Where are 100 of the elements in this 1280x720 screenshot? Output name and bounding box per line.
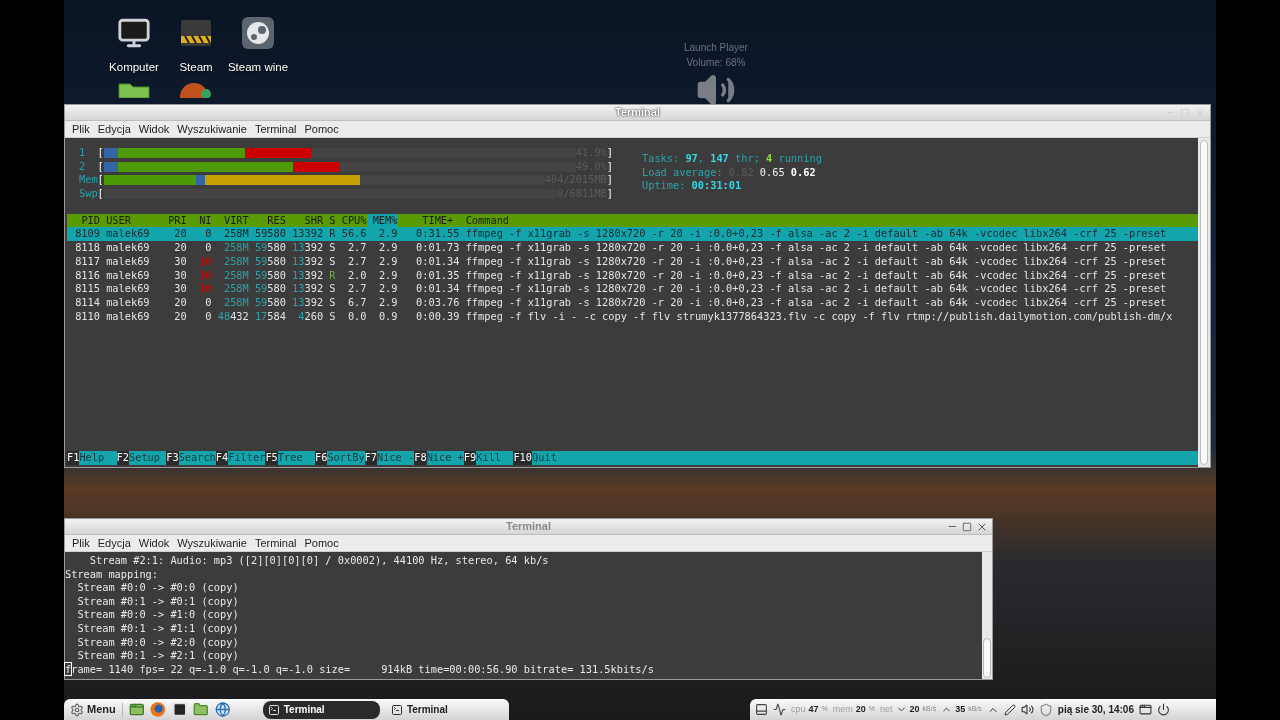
table-cell-text: 0	[204, 227, 212, 242]
function-key[interactable]: F8	[414, 451, 427, 465]
function-key[interactable]: F6	[315, 451, 328, 465]
column-header[interactable]: PID	[69, 213, 100, 228]
column-header[interactable]: S	[323, 213, 336, 228]
table-cell-text: S	[328, 282, 336, 296]
graph-icon[interactable]	[773, 703, 786, 716]
column-header[interactable]: CPU%	[335, 213, 367, 228]
process-row[interactable]: 8117 malek69 30 10 258M 59580 13392 S 2.7 2.9 0:01.34 ffmpeg -f x11grab -s 1280x720 -r 20 -i :0.0+0,23 -f alsa -ac 2 -i default -ab 64k -vcodec libx264 -crf 25 -preset	[67, 254, 1198, 269]
function-key[interactable]: F3	[166, 451, 179, 465]
menu-item[interactable]: Widok	[134, 537, 174, 549]
scrollbar[interactable]	[982, 552, 992, 679]
process-row[interactable]: 8118 malek69 20 0 258M 59580 13392 S 2.7 2.9 0:01.73 ffmpeg -f x11grab -s 1280x720 -r 20 -i :0.0+0,23 -f alsa -ac 2 -i default -ab 64k -vcodec libx264 -crf 25 -preset	[67, 241, 1198, 255]
table-cell-text: 0:00.39	[415, 309, 460, 324]
menu-item[interactable]: Pomoc	[300, 123, 343, 135]
table-cell-text: 0	[204, 295, 212, 310]
table-cell-text: malek69	[105, 268, 151, 283]
window-icon[interactable]	[128, 701, 145, 718]
menu-item[interactable]: Terminal	[250, 537, 301, 549]
process-row[interactable]: 8109 malek69 20 0 258M 59580 13392 R 56.6 2.9 0:31.55 ffmpeg -f x11grab -s 1280x720 -r 20 -i :0.0+0,23 -f alsa -ac 2 -i default -ab 64k -vcodec libx264 -crf 25 -preset	[67, 227, 1198, 242]
meter-label: Mem	[79, 173, 98, 188]
scrollbar[interactable]	[1198, 138, 1210, 467]
column-header[interactable]: VIRT	[211, 213, 249, 228]
window-title: Terminal	[615, 105, 660, 121]
menu-item[interactable]: Plik	[68, 537, 94, 549]
folder-icon	[117, 80, 151, 99]
pen-icon[interactable]	[1003, 703, 1016, 716]
maximize-icon	[1180, 107, 1190, 118]
menu-item[interactable]: Pomoc	[300, 537, 343, 549]
function-key-label: Nice -	[377, 451, 415, 465]
menu-item[interactable]: Wyszukiwanie	[173, 537, 251, 549]
column-header[interactable]: PRI	[161, 213, 187, 228]
table-cell-text: ffmpeg -f x11grab -s 1280x720 -r 20 -i :0.0+0,23 -f alsa -ac 2 -i default -ab 64k -vcodec libx264 -crf 25 -preset	[464, 295, 1167, 310]
column-header[interactable]: RES	[248, 213, 286, 228]
table-cell-text: malek69	[105, 295, 151, 310]
table-cell-text: S	[328, 241, 336, 255]
function-key[interactable]: F2	[116, 451, 129, 465]
meter-bracket: ]	[606, 173, 613, 188]
desktop-icon-label[interactable]: Komputer	[109, 59, 159, 77]
meter-bracket: ]	[606, 146, 613, 160]
table-cell-text: 0:01.73	[415, 241, 460, 255]
table-cell-text: 13392	[291, 254, 324, 269]
function-key[interactable]: F4	[215, 451, 229, 465]
table-cell-text: 48432	[216, 309, 249, 324]
globe-icon[interactable]	[214, 701, 231, 718]
menu-item[interactable]: Terminal	[250, 123, 301, 135]
window-title: Terminal	[506, 519, 551, 535]
column-header[interactable]: USER	[100, 213, 162, 228]
monitor-value: 20	[909, 702, 920, 716]
table-cell-text: malek69	[105, 254, 151, 269]
table-cell-text: 2.0	[346, 268, 367, 283]
terminal-line: Stream #0:0 -> #2:0 (copy)	[76, 635, 239, 650]
column-header[interactable]: SHR	[285, 213, 324, 228]
menu-item[interactable]: Widok	[134, 123, 174, 135]
table-cell-text: 0.9	[377, 309, 398, 324]
power-icon[interactable]	[1157, 703, 1170, 716]
speaker-icon[interactable]	[1020, 703, 1034, 716]
desktop-icon-label[interactable]: Steam	[179, 59, 213, 77]
terminal-line: Stream #0:1 -> #2:1 (copy)	[76, 649, 239, 663]
maximize-button[interactable]	[962, 521, 972, 532]
process-row[interactable]: 8114 malek69 20 0 258M 59580 13392 S 6.7 2.9 0:03.76 ffmpeg -f x11grab -s 1280x720 -r 20 -i :0.0+0,23 -f alsa -ac 2 -i default -ab 64k -vcodec libx264 -crf 25 -preset	[67, 295, 1198, 310]
table-cell-text: ffmpeg -f flv -i - -c copy -f flv strumyk1377864323.flv -c copy -f flv rtmp://publish.dailymotion.com/publish-dm/x	[464, 309, 1173, 324]
table-cell-text: 59580	[253, 268, 286, 283]
column-header[interactable]: TIME+	[397, 213, 454, 228]
game-icon	[179, 80, 213, 99]
desktop-icon-label[interactable]: Steam wine	[227, 59, 289, 77]
process-row[interactable]: 8115 malek69 30 10 258M 59580 13392 S 2.7 2.9 0:01.34 ffmpeg -f x11grab -s 1280x720 -r 20 -i :0.0+0,23 -f alsa -ac 2 -i default -ab 64k -vcodec libx264 -crf 25 -preset	[67, 282, 1198, 296]
window-icon[interactable]	[1139, 703, 1152, 716]
function-key[interactable]: F1	[67, 451, 80, 465]
table-cell-text: ffmpeg -f x11grab -s 1280x720 -r 20 -i :0.0+0,23 -f alsa -ac 2 -i default -ab 64k -vcodec libx264 -crf 25 -preset	[464, 268, 1167, 283]
terminal-line: Stream #2:1: Audio: mp3 ([2][0][0][0] / 0x0002), 44100 Hz, stereo, 64 kb/s	[88, 554, 549, 568]
clock[interactable]: pią sie 30, 14:06	[1057, 702, 1134, 717]
folder-icon[interactable]	[193, 701, 209, 718]
table-cell-text: 20	[173, 241, 187, 255]
task-button[interactable]: Terminal	[385, 700, 504, 719]
show-desktop-icon[interactable]	[755, 703, 768, 716]
terminal-line: Stream #0:1 -> #1:1 (copy)	[76, 621, 239, 636]
maximize-icon	[962, 521, 972, 532]
menu-item[interactable]: Edycja	[93, 123, 135, 135]
table-cell-text: 6.7	[346, 295, 367, 310]
monitor-icon	[117, 16, 151, 50]
menu-item[interactable]: Edycja	[93, 537, 135, 549]
table-cell-text: 20	[173, 309, 187, 324]
menu-item[interactable]: Plik	[68, 123, 94, 135]
column-header[interactable]: Command	[459, 213, 510, 228]
column-header[interactable]: NI	[186, 213, 212, 228]
function-key[interactable]: F5	[265, 451, 278, 465]
meter-label: Swp	[79, 187, 98, 201]
menu-button[interactable]: Menu	[70, 701, 116, 718]
process-row[interactable]: 8116 malek69 30 10 258M 59580 13392 R 2.0 2.9 0:01.35 ffmpeg -f x11grab -s 1280x720 -r 20 -i :0.0+0,23 -f alsa -ac 2 -i default -ab 64k -vcodec libx264 -crf 25 -preset	[67, 268, 1198, 283]
task-button[interactable]: Terminal	[262, 700, 380, 719]
browser-icon[interactable]	[150, 701, 166, 718]
table-cell-text: 30	[173, 268, 187, 283]
menu-item[interactable]: Wyszukiwanie	[173, 123, 251, 135]
process-row[interactable]: 8110 malek69 20 0 48432 17584 4260 S 0.0 0.9 0:00.39 ffmpeg -f flv -i - -c copy -f flv strumyk1377864323.flv -c copy -f flv rtmp://publish.dailymotion.com/publish-dm/x	[67, 309, 1198, 324]
table-cell-text: 10	[198, 254, 212, 269]
table-cell-text: 2.9	[377, 282, 398, 296]
function-key-label: Setup	[129, 451, 161, 465]
table-cell-text: R	[328, 268, 336, 283]
meter-bracket: [	[97, 159, 104, 174]
